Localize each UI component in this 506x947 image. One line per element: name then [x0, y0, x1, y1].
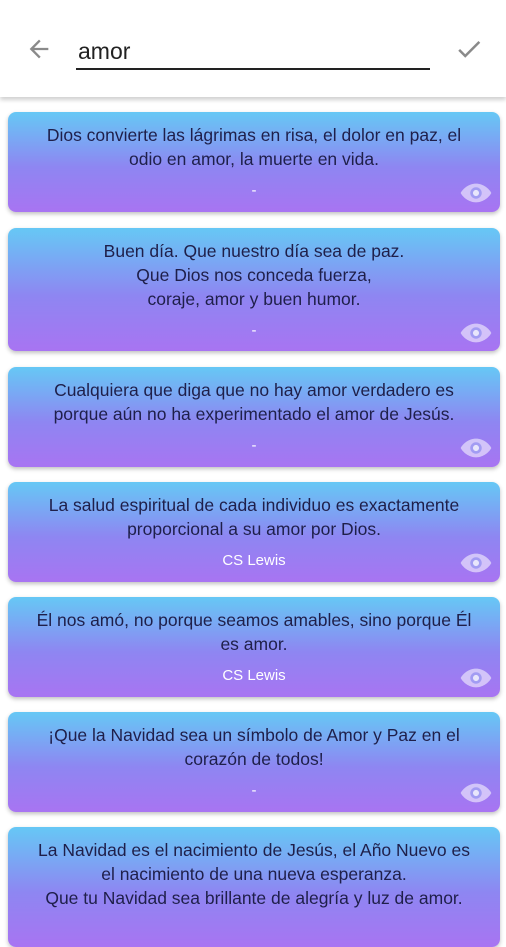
quote-text: Cualquiera que diga que no hay amor verd… — [53, 380, 455, 424]
eye-icon[interactable] — [460, 782, 492, 804]
back-button[interactable] — [20, 30, 58, 68]
eye-icon[interactable] — [460, 667, 492, 689]
arrow-back-icon — [29, 39, 49, 59]
eye-icon[interactable] — [460, 437, 492, 459]
quote-card[interactable]: La salud espiritual de cada individuo es… — [8, 482, 500, 582]
quote-text: Él nos amó, no porque seamos amables, si… — [36, 610, 472, 654]
quote-text: La Navidad es el nacimiento de Jesús, el… — [38, 840, 470, 908]
quote-card[interactable]: Buen día. Que nuestro día sea de paz. Qu… — [8, 228, 500, 351]
quote-text: Buen día. Que nuestro día sea de paz. Qu… — [103, 241, 405, 309]
quote-card[interactable]: Cualquiera que diga que no hay amor verd… — [8, 367, 500, 467]
search-input[interactable] — [76, 36, 434, 66]
quote-author: - — [251, 782, 257, 799]
quote-card[interactable]: La Navidad es el nacimiento de Jesús, el… — [8, 827, 500, 947]
quote-card[interactable]: Él nos amó, no porque seamos amables, si… — [8, 597, 500, 697]
search-toolbar — [0, 0, 506, 97]
quote-author: - — [251, 182, 257, 199]
eye-icon[interactable] — [460, 182, 492, 204]
quote-author: - — [251, 322, 257, 339]
quote-card[interactable]: Dios convierte las lágrimas en risa, el … — [8, 112, 500, 212]
quote-text: La salud espiritual de cada individuo es… — [48, 495, 460, 539]
eye-icon[interactable] — [460, 552, 492, 574]
quote-author: - — [251, 437, 257, 454]
eye-icon[interactable] — [460, 322, 492, 344]
check-icon — [458, 40, 481, 58]
search-field — [76, 36, 434, 70]
quote-card[interactable]: ¡Que la Navidad sea un símbolo de Amor y… — [8, 712, 500, 812]
confirm-button[interactable] — [450, 30, 488, 68]
quote-author: CS Lewis — [222, 552, 286, 569]
quote-text: ¡Que la Navidad sea un símbolo de Amor y… — [48, 725, 460, 769]
quote-text: Dios convierte las lágrimas en risa, el … — [46, 125, 462, 169]
quote-author: CS Lewis — [222, 667, 286, 684]
